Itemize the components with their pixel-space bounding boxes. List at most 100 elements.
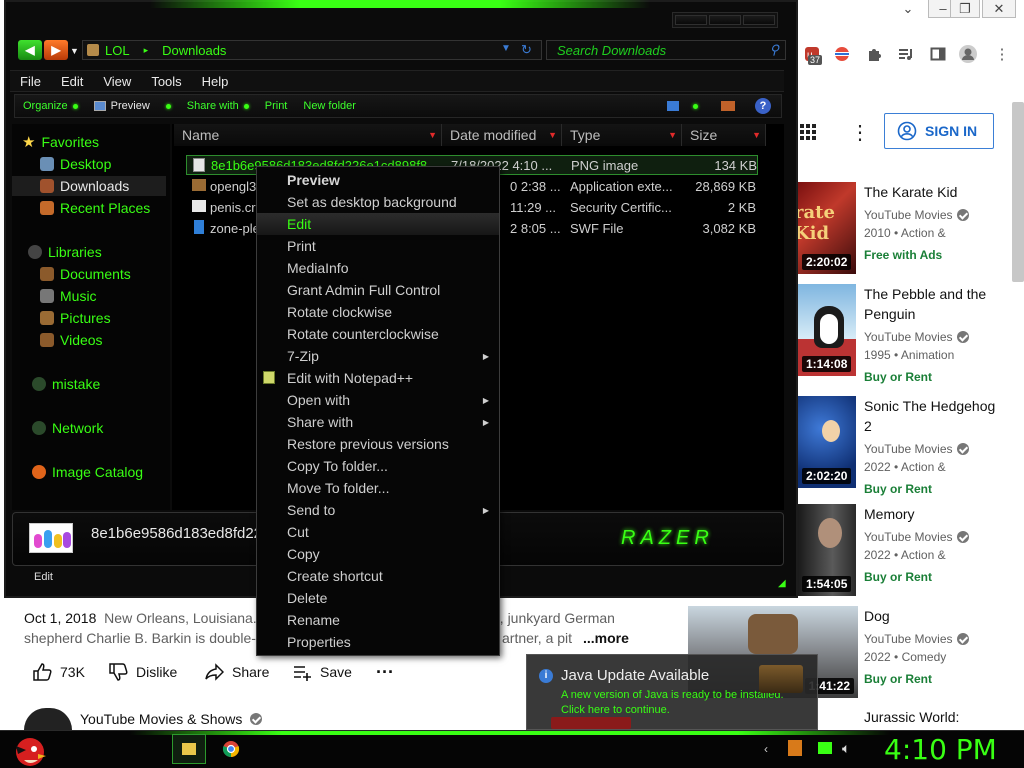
tray-expand-icon[interactable]: ‹ xyxy=(764,742,776,756)
video-thumbnail[interactable]: 2:02:20 xyxy=(798,396,856,488)
nav-recent-places[interactable]: Recent Places xyxy=(12,198,170,218)
organize-button[interactable]: Organize xyxy=(15,100,86,112)
context-menu-item[interactable]: Share with ▶ xyxy=(257,411,499,433)
print-button[interactable]: Print xyxy=(257,100,296,112)
recommendation-card[interactable]: rate Kid 2:20:02 The Karate Kid YouTube M… xyxy=(798,182,1024,286)
dislike-button[interactable]: Dislike xyxy=(108,660,177,684)
context-menu-item[interactable]: Create shortcut xyxy=(257,565,499,587)
menu-tools[interactable]: Tools xyxy=(141,74,191,89)
channel-name[interactable]: YouTube Movies xyxy=(864,442,969,456)
restore-button[interactable]: ❐ xyxy=(950,0,980,18)
breadcrumb-downloads[interactable]: Downloads xyxy=(162,43,226,58)
search-input[interactable]: Search Downloads ⚲ xyxy=(546,40,786,60)
show-more-link[interactable]: ...more xyxy=(583,628,629,648)
nav-network[interactable]: Network xyxy=(12,418,170,438)
taskbar-chrome-button[interactable] xyxy=(214,734,248,764)
side-panel-icon[interactable] xyxy=(928,44,948,64)
column-dropdown-icon[interactable]: ▼ xyxy=(668,130,677,140)
context-menu-item[interactable]: Delete xyxy=(257,587,499,609)
recommendation-card[interactable]: 1:54:05 Memory YouTube Movies 2022 • Act… xyxy=(798,504,1024,608)
flag-extension-icon[interactable] xyxy=(832,44,852,64)
window-controls[interactable] xyxy=(672,12,778,28)
start-button[interactable] xyxy=(8,730,48,768)
view-mode-icon[interactable] xyxy=(667,101,679,111)
puzzle-icon[interactable] xyxy=(864,44,884,64)
more-actions-icon[interactable]: ··· xyxy=(376,660,394,684)
context-menu-item[interactable]: MediaInfo xyxy=(257,257,499,279)
kebab-menu-icon[interactable]: ⋮ xyxy=(850,120,870,145)
video-thumbnail[interactable]: 1:54:05 xyxy=(798,504,856,596)
column-dropdown-icon[interactable]: ▼ xyxy=(428,130,437,140)
column-size[interactable]: Size ▼ xyxy=(682,124,766,146)
video-title[interactable]: Memory xyxy=(864,504,1004,524)
column-dropdown-icon[interactable]: ▼ xyxy=(752,130,761,140)
column-name[interactable]: Name ▼ xyxy=(174,124,442,146)
nav-music[interactable]: Music xyxy=(12,286,170,306)
forward-button[interactable]: ▶ xyxy=(44,40,68,60)
context-menu-item[interactable]: Cut xyxy=(257,521,499,543)
avatar[interactable] xyxy=(24,708,72,730)
context-menu-item[interactable]: Copy To folder... xyxy=(257,455,499,477)
context-menu-item[interactable]: Edit with Notepad++ xyxy=(257,367,499,389)
share-with-button[interactable]: Share with xyxy=(179,100,257,112)
preview-button[interactable]: Preview xyxy=(86,100,158,112)
maximize-button[interactable] xyxy=(709,15,741,25)
context-menu-item[interactable]: Rotate counterclockwise xyxy=(257,323,499,345)
nav-downloads[interactable]: Downloads xyxy=(12,176,166,196)
context-menu-item[interactable]: Move To folder... xyxy=(257,477,499,499)
java-link[interactable]: Click here to continue. xyxy=(561,704,670,716)
history-dropdown-icon[interactable]: ▼ xyxy=(70,46,79,56)
video-title[interactable]: Dog xyxy=(864,606,1014,626)
menu-file[interactable]: File xyxy=(10,74,51,89)
video-title[interactable]: The Karate Kid xyxy=(864,182,1004,202)
channel-name[interactable]: YouTube Movies xyxy=(864,330,969,344)
resize-grip-icon[interactable]: ◢ xyxy=(778,578,786,589)
breadcrumb-lol[interactable]: LOL xyxy=(105,43,130,58)
context-menu-item[interactable]: Preview xyxy=(257,169,499,191)
channel-row[interactable]: YouTube Movies & Shows xyxy=(24,708,524,730)
column-date-modified[interactable]: Date modified ▼ xyxy=(442,124,562,146)
nav-desktop[interactable]: Desktop xyxy=(12,154,170,174)
recommendation-card[interactable]: 2:02:20 Sonic The Hedgehog 2 YouTube Mov… xyxy=(798,396,1024,500)
share-button[interactable]: Share xyxy=(204,660,269,684)
new-folder-button[interactable]: New folder xyxy=(295,100,364,112)
tray-volume-icon[interactable]: 🔈︎ xyxy=(842,740,850,757)
nav-videos[interactable]: Videos xyxy=(12,330,170,350)
context-menu-item[interactable]: Properties xyxy=(257,631,499,653)
video-title[interactable]: Sonic The Hedgehog 2 xyxy=(864,396,1004,436)
video-thumbnail[interactable]: rate Kid 2:20:02 xyxy=(798,182,856,274)
nav-favorites[interactable]: ★ Favorites xyxy=(12,132,170,152)
nav-documents[interactable]: Documents xyxy=(12,264,170,284)
context-menu-item[interactable]: Copy xyxy=(257,543,499,565)
minimize-button[interactable] xyxy=(675,15,707,25)
context-menu-item[interactable]: 7-Zip ▶ xyxy=(257,345,499,367)
column-type[interactable]: Type ▼ xyxy=(562,124,682,146)
chevron-down-icon[interactable]: ⌄ xyxy=(893,0,923,18)
recommendation-card[interactable]: Dog YouTube Movies 2022 • Comedy Buy or … xyxy=(864,606,1014,706)
taskbar-explorer-button[interactable] xyxy=(172,734,206,764)
context-menu-item[interactable]: Grant Admin Full Control xyxy=(257,279,499,301)
save-button[interactable]: Save xyxy=(292,660,352,684)
profile-avatar-icon[interactable] xyxy=(958,44,978,64)
help-icon[interactable]: ? xyxy=(755,98,771,114)
context-menu-item[interactable]: Restore previous versions xyxy=(257,433,499,455)
menu-help[interactable]: Help xyxy=(192,74,239,89)
context-menu-item[interactable]: Set as desktop background xyxy=(257,191,499,213)
context-menu-item[interactable]: Print xyxy=(257,235,499,257)
like-button[interactable]: 73K xyxy=(32,660,85,684)
close-button[interactable] xyxy=(743,15,775,25)
more-options-icon[interactable]: ⋮ xyxy=(992,44,1012,64)
channel-title[interactable]: YouTube Movies & Shows xyxy=(80,711,242,727)
preview-options[interactable] xyxy=(158,103,179,109)
subscribe-button[interactable] xyxy=(551,717,631,729)
tray-network-icon[interactable] xyxy=(818,742,832,754)
apps-grid-icon[interactable] xyxy=(800,124,818,140)
context-menu-item[interactable]: Edit xyxy=(257,213,499,235)
channel-name[interactable]: YouTube Movies xyxy=(864,632,1014,646)
refresh-icon[interactable]: ↻ xyxy=(521,42,532,58)
video-title[interactable]: The Pebble and the Penguin xyxy=(864,284,1004,324)
menu-edit[interactable]: Edit xyxy=(51,74,93,89)
address-dropdown-icon[interactable]: ▼ xyxy=(501,43,511,54)
breadcrumb-separator-icon[interactable]: ▸ xyxy=(144,45,149,56)
context-menu-item[interactable]: Rotate clockwise xyxy=(257,301,499,323)
